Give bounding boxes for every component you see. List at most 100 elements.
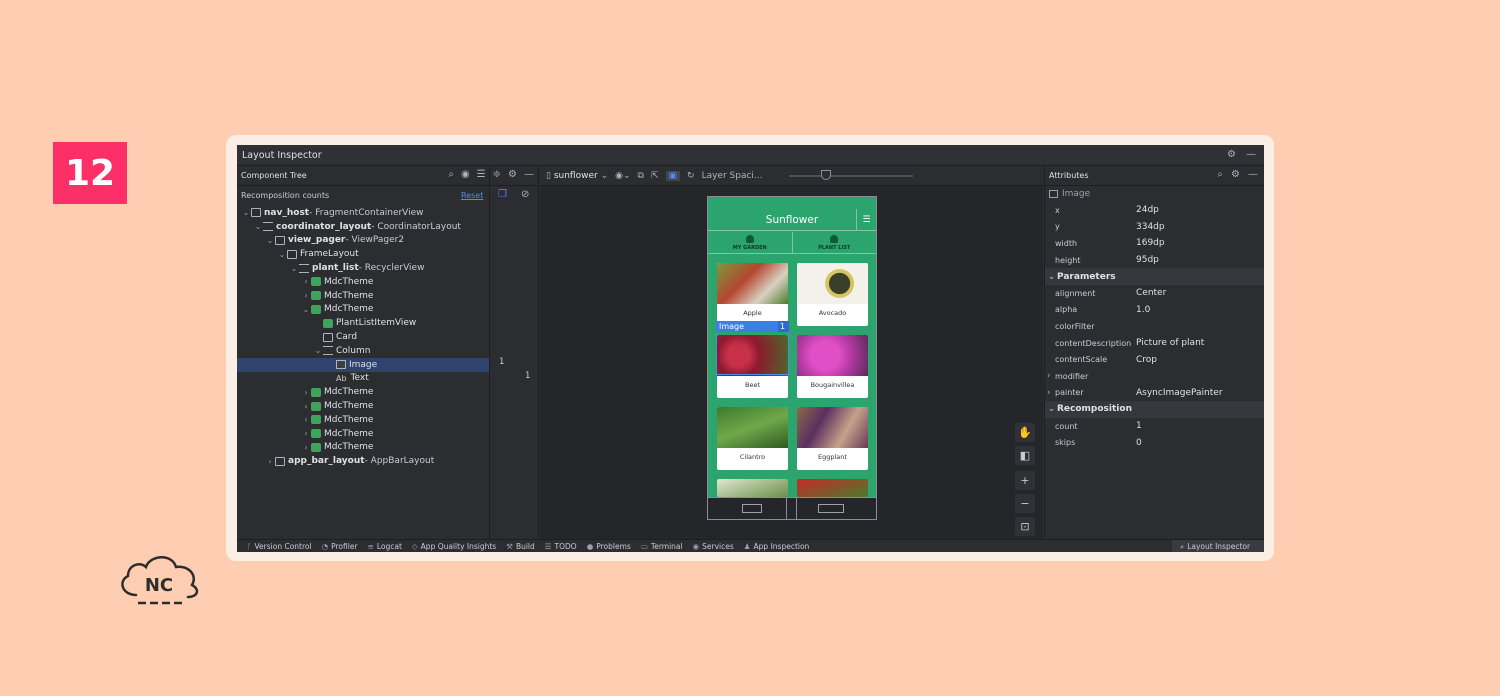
tree-row-plantlistitemview[interactable]: PlantListItemView [237,316,489,330]
view-options-icon[interactable]: ◉⌄ [615,171,630,181]
external-open-icon[interactable]: ⇱ [651,171,659,181]
terminal-icon: ▭ [640,541,648,551]
text-icon: Ab [336,373,347,383]
build-button[interactable]: ⚒ Build [506,542,535,551]
attr-row[interactable]: height 95dp [1045,252,1264,269]
plant-name: Avocado [818,309,847,317]
snapshot-icon[interactable]: ⧉ [638,171,644,181]
app-inspection-button[interactable]: ♟ App Inspection [744,542,810,551]
tree-row-frame-layout[interactable]: ⌄ FrameLayout [237,247,489,261]
plant-card: Cilantro [717,407,788,470]
tab-plant-list[interactable]: PLANT LIST [793,232,877,253]
plant-name: Bougainvillea [810,381,855,389]
version-control-button[interactable]: ᚴ Version Control [247,542,312,551]
tree-row-coordinator-layout[interactable]: ⌄ coordinator_layout - CoordinatorLayout [237,220,489,234]
settings-gear-icon[interactable]: ⚙ [1227,149,1236,160]
eye-icon[interactable]: ◉ [461,169,470,180]
pan-hand-icon[interactable]: ✋ [1015,423,1035,442]
highlight-count: 1 [778,321,789,332]
tree-row-mdctheme[interactable]: › MdcTheme [237,289,489,303]
app-title: Sunflower [765,213,819,226]
3d-view-icon[interactable]: ◧ [1015,446,1035,465]
filter-icon[interactable]: ☰ [856,209,876,231]
highlight-recompositions-icon[interactable]: ❐ [498,189,507,224]
tree-row-mdctheme[interactable]: › MdcTheme [237,441,489,455]
layer-spacing-slider[interactable] [789,170,913,180]
text-recomposition-count: 1 [525,371,531,381]
chevron-right-icon: › [1047,371,1051,382]
diamond-icon: ◇ [411,541,418,551]
refresh-icon[interactable]: ↻ [687,171,695,181]
attr-row[interactable]: x 24dp [1045,202,1264,219]
tree-row-mdctheme[interactable]: › MdcTheme [237,275,489,289]
attr-row[interactable]: skips 0 [1045,434,1264,451]
tree-row-app-bar-layout[interactable]: › app_bar_layout - AppBarLayout [237,454,489,468]
attr-row[interactable]: width 169dp [1045,235,1264,252]
disable-icon[interactable]: ⊘ [521,189,529,224]
tree-row-card[interactable]: Card [237,330,489,344]
attr-row[interactable]: y 334dp [1045,219,1264,236]
branch-icon: ᚴ [247,541,252,551]
plant-card: Eggplant [797,407,868,470]
profiler-button[interactable]: ◔ Profiler [322,542,358,551]
tree-row-column[interactable]: ⌄ Column [237,344,489,358]
attributes-title: Attributes [1049,171,1089,180]
tree-row-text[interactable]: Ab Text [237,372,489,386]
plant-name: Beet [744,381,760,389]
attr-row[interactable]: alignment Center [1045,285,1264,302]
attr-row-expandable[interactable]: › painter AsyncImagePainter [1045,385,1264,402]
attr-row-expandable[interactable]: › modifier [1045,368,1264,385]
plant-card [797,479,868,497]
tree-row-view-pager[interactable]: ⌄ view_pager - ViewPager2 [237,234,489,248]
app-tabs: MY GARDEN PLANT LIST [708,232,876,254]
search-icon[interactable]: ⌕ [448,169,454,180]
system-nav-bar [708,497,876,519]
tree-row-plant-list[interactable]: ⌄ plant_list - RecyclerView [237,261,489,275]
app-quality-insights-button[interactable]: ◇ App Quality Insights [412,542,496,551]
phone-preview[interactable]: Sunflower ☰ MY GARDEN PLANT LIST Apple A… [707,196,877,520]
tree-row-mdctheme-expanded[interactable]: ⌄ MdcTheme [237,303,489,317]
zoom-in-icon[interactable]: + [1015,471,1035,490]
parameters-section-header[interactable]: ⌄ Parameters [1045,268,1264,285]
todo-button[interactable]: ☰ TODO [545,542,577,551]
tree-row-mdctheme[interactable]: › MdcTheme [237,427,489,441]
chevron-down-icon: ⌄ [1048,271,1056,282]
tree-row-mdctheme[interactable]: › MdcTheme [237,399,489,413]
attr-row[interactable]: count 1 [1045,418,1264,435]
terminal-button[interactable]: ▭ Terminal [641,542,683,551]
attr-row[interactable]: colorFilter [1045,318,1264,335]
tree-row-mdctheme[interactable]: › MdcTheme [237,385,489,399]
logcat-button[interactable]: ≡ Logcat [368,542,402,551]
tree-row-mdctheme[interactable]: › MdcTheme [237,413,489,427]
problems-button[interactable]: ● Problems [587,542,631,551]
image-icon [336,360,346,370]
tree-row-image-selected[interactable]: Image [237,357,489,372]
plant-image [797,335,868,376]
chevron-down-icon: ⌄ [1048,404,1056,415]
gear-icon[interactable]: ⚙ [1231,169,1240,180]
layout-inspector-button[interactable]: ⌕ Layout Inspector [1172,540,1264,552]
step-badge: 12 [53,142,127,204]
hammer-icon: ⚒ [506,541,513,551]
slider-knob[interactable] [821,170,831,180]
expand-all-icon[interactable]: ☰ [477,169,486,180]
minimize-icon[interactable]: — [1248,169,1258,180]
search-icon[interactable]: ⌕ [1217,169,1223,180]
fit-screen-icon[interactable]: ⊡ [1015,517,1035,536]
profiler-icon: ◔ [321,541,329,551]
services-button[interactable]: ◉ Services [693,542,734,551]
zoom-out-icon[interactable]: − [1015,494,1035,513]
attr-row[interactable]: contentScale Crop [1045,351,1264,368]
attr-row[interactable]: contentDescription Picture of plant [1045,335,1264,352]
services-icon: ◉ [692,541,700,551]
live-updates-icon[interactable]: ▣ [665,170,681,181]
recomposition-section-header[interactable]: ⌄ Recomposition [1045,401,1264,418]
tab-my-garden[interactable]: MY GARDEN [708,232,793,253]
minimize-icon[interactable]: — [1246,149,1256,160]
attr-row[interactable]: alpha 1.0 [1045,302,1264,319]
plant-image [717,407,788,448]
tree-row-nav-host[interactable]: ⌄ nav_host - FragmentContainerView [237,206,489,220]
device-selector[interactable]: ▯ sunflower ⌄ [546,171,608,181]
recomposition-counts-column: ❐ ⊘ 1 1 [489,166,539,539]
reset-link[interactable]: Reset [461,191,483,200]
